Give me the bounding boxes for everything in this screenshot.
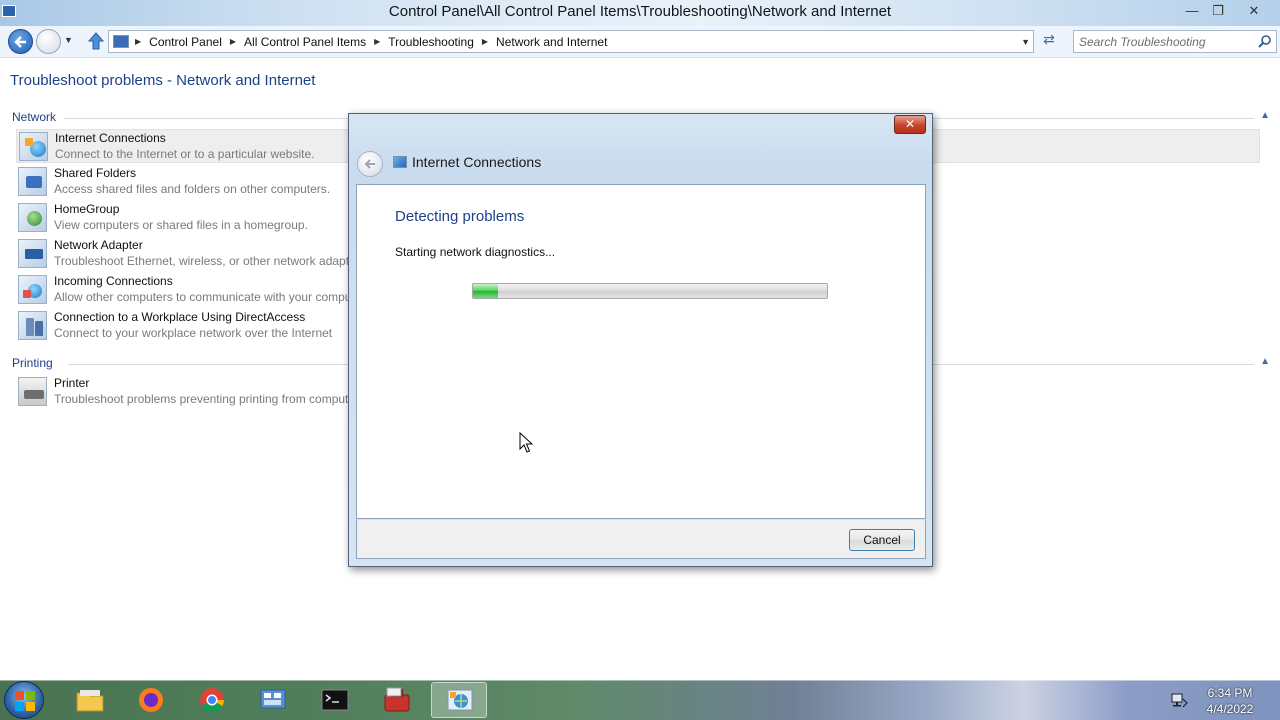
clock-date: 4/4/2022 [1206, 702, 1254, 716]
chrome-icon [200, 688, 224, 713]
item-name: Printer [54, 376, 90, 390]
progress-fill [473, 284, 498, 298]
taskbar-file-explorer[interactable] [62, 682, 118, 718]
recent-pages-dropdown[interactable]: ▼ [64, 35, 76, 47]
control-panel-icon [260, 689, 286, 709]
back-button[interactable] [8, 29, 33, 54]
troubleshooter-dialog: ✕ Internet Connections Detecting problem… [348, 113, 933, 567]
taskbar-control-panel[interactable] [245, 682, 301, 718]
command-prompt-icon [321, 689, 349, 711]
taskbar-chrome[interactable] [184, 682, 240, 718]
collapse-chevron-icon[interactable]: ▲ [1260, 356, 1270, 367]
arrow-up-icon [87, 32, 105, 50]
network-adapter-icon [18, 239, 47, 268]
item-name: HomeGroup [54, 202, 120, 216]
window-title-bar[interactable]: Control Panel\All Control Panel Items\Tr… [0, 0, 1280, 26]
search-icon[interactable] [1258, 34, 1272, 48]
collapse-chevron-icon[interactable]: ▲ [1260, 110, 1270, 121]
control-panel-icon [113, 35, 129, 48]
item-description: Troubleshoot problems preventing printin… [54, 392, 360, 406]
address-bar[interactable]: ▶ Control Panel ▶ All Control Panel Item… [108, 30, 1034, 53]
up-level-button[interactable] [86, 31, 106, 51]
item-description: Connect to the Internet or to a particul… [55, 147, 315, 161]
network-troubleshooter-icon [447, 689, 473, 711]
arrow-left-icon [14, 36, 26, 48]
start-button[interactable] [4, 681, 44, 719]
cancel-button[interactable]: Cancel [849, 529, 915, 551]
breadcrumb-arrow-icon[interactable]: ▶ [480, 37, 490, 46]
item-description: View computers or shared files in a home… [54, 218, 308, 232]
progress-bar [472, 283, 828, 299]
incoming-connections-icon [18, 275, 47, 304]
item-description: Access shared files and folders on other… [54, 182, 331, 196]
restore-button[interactable]: ❐ [1207, 2, 1229, 20]
taskbar-toolbox[interactable] [369, 682, 425, 718]
status-text: Starting network diagnostics... [395, 245, 556, 259]
search-box[interactable] [1073, 30, 1277, 53]
internet-connections-icon [393, 156, 407, 168]
taskbar-network-troubleshooter[interactable] [431, 682, 487, 718]
folder-icon [76, 690, 104, 712]
navigation-bar: ▼ ▶ Control Panel ▶ All Control Panel It… [0, 26, 1280, 58]
item-name: Network Adapter [54, 238, 143, 252]
breadcrumb-arrow-icon[interactable]: ▶ [228, 37, 238, 46]
shared-folders-icon [18, 167, 47, 196]
clock-time: 6:34 PM [1207, 686, 1253, 700]
breadcrumb-arrow-icon[interactable]: ▶ [133, 37, 143, 46]
address-dropdown-icon[interactable]: ▼ [1021, 37, 1030, 47]
taskbar: 6:34 PM 4/4/2022 [0, 680, 1280, 720]
item-description: Connect to your workplace network over t… [54, 326, 333, 340]
group-label: Printing [12, 356, 59, 370]
toolbox-icon [384, 687, 410, 712]
close-window-button[interactable]: ✕ [1243, 2, 1265, 20]
breadcrumb-arrow-icon[interactable]: ▶ [372, 37, 382, 46]
item-name: Internet Connections [55, 131, 166, 145]
dialog-body: Detecting problems Starting network diag… [356, 184, 926, 519]
refresh-button[interactable]: ⇄ [1038, 31, 1060, 51]
breadcrumb-network-and-internet[interactable]: Network and Internet [490, 35, 613, 49]
taskbar-firefox[interactable] [123, 682, 179, 718]
item-name: Incoming Connections [54, 274, 173, 288]
internet-connections-icon [19, 132, 48, 161]
taskbar-command-prompt[interactable] [307, 682, 363, 718]
dialog-title: Internet Connections [412, 154, 542, 170]
dialog-heading: Detecting problems [395, 208, 525, 225]
item-name: Connection to a Workplace Using DirectAc… [54, 310, 306, 324]
taskbar-clock[interactable]: 6:34 PM 4/4/2022 [1195, 685, 1265, 717]
dialog-close-button[interactable]: ✕ [894, 115, 926, 134]
breadcrumb-all-items[interactable]: All Control Panel Items [238, 35, 372, 49]
breadcrumb-control-panel[interactable]: Control Panel [143, 35, 228, 49]
search-input[interactable] [1074, 31, 1249, 52]
dialog-back-button[interactable] [357, 151, 383, 177]
breadcrumb-troubleshooting[interactable]: Troubleshooting [382, 35, 480, 49]
directaccess-icon [18, 311, 47, 340]
item-description: Allow other computers to communicate wit… [54, 290, 366, 304]
mouse-cursor-icon [519, 432, 533, 453]
firefox-icon [139, 688, 163, 712]
arrow-left-icon [364, 159, 375, 169]
printer-icon [18, 377, 47, 406]
item-name: Shared Folders [54, 166, 137, 180]
minimize-button[interactable]: — [1181, 2, 1203, 20]
item-description: Troubleshoot Ethernet, wireless, or othe… [54, 254, 366, 268]
windows-logo-icon [15, 691, 35, 711]
forward-button[interactable] [36, 29, 61, 54]
network-tray-icon[interactable] [1170, 692, 1188, 708]
window-title: Control Panel\All Control Panel Items\Tr… [388, 3, 892, 20]
page-title: Troubleshoot problems - Network and Inte… [10, 72, 316, 89]
homegroup-icon [18, 203, 47, 232]
dialog-footer: Cancel [356, 519, 926, 559]
group-label: Network [12, 110, 63, 124]
